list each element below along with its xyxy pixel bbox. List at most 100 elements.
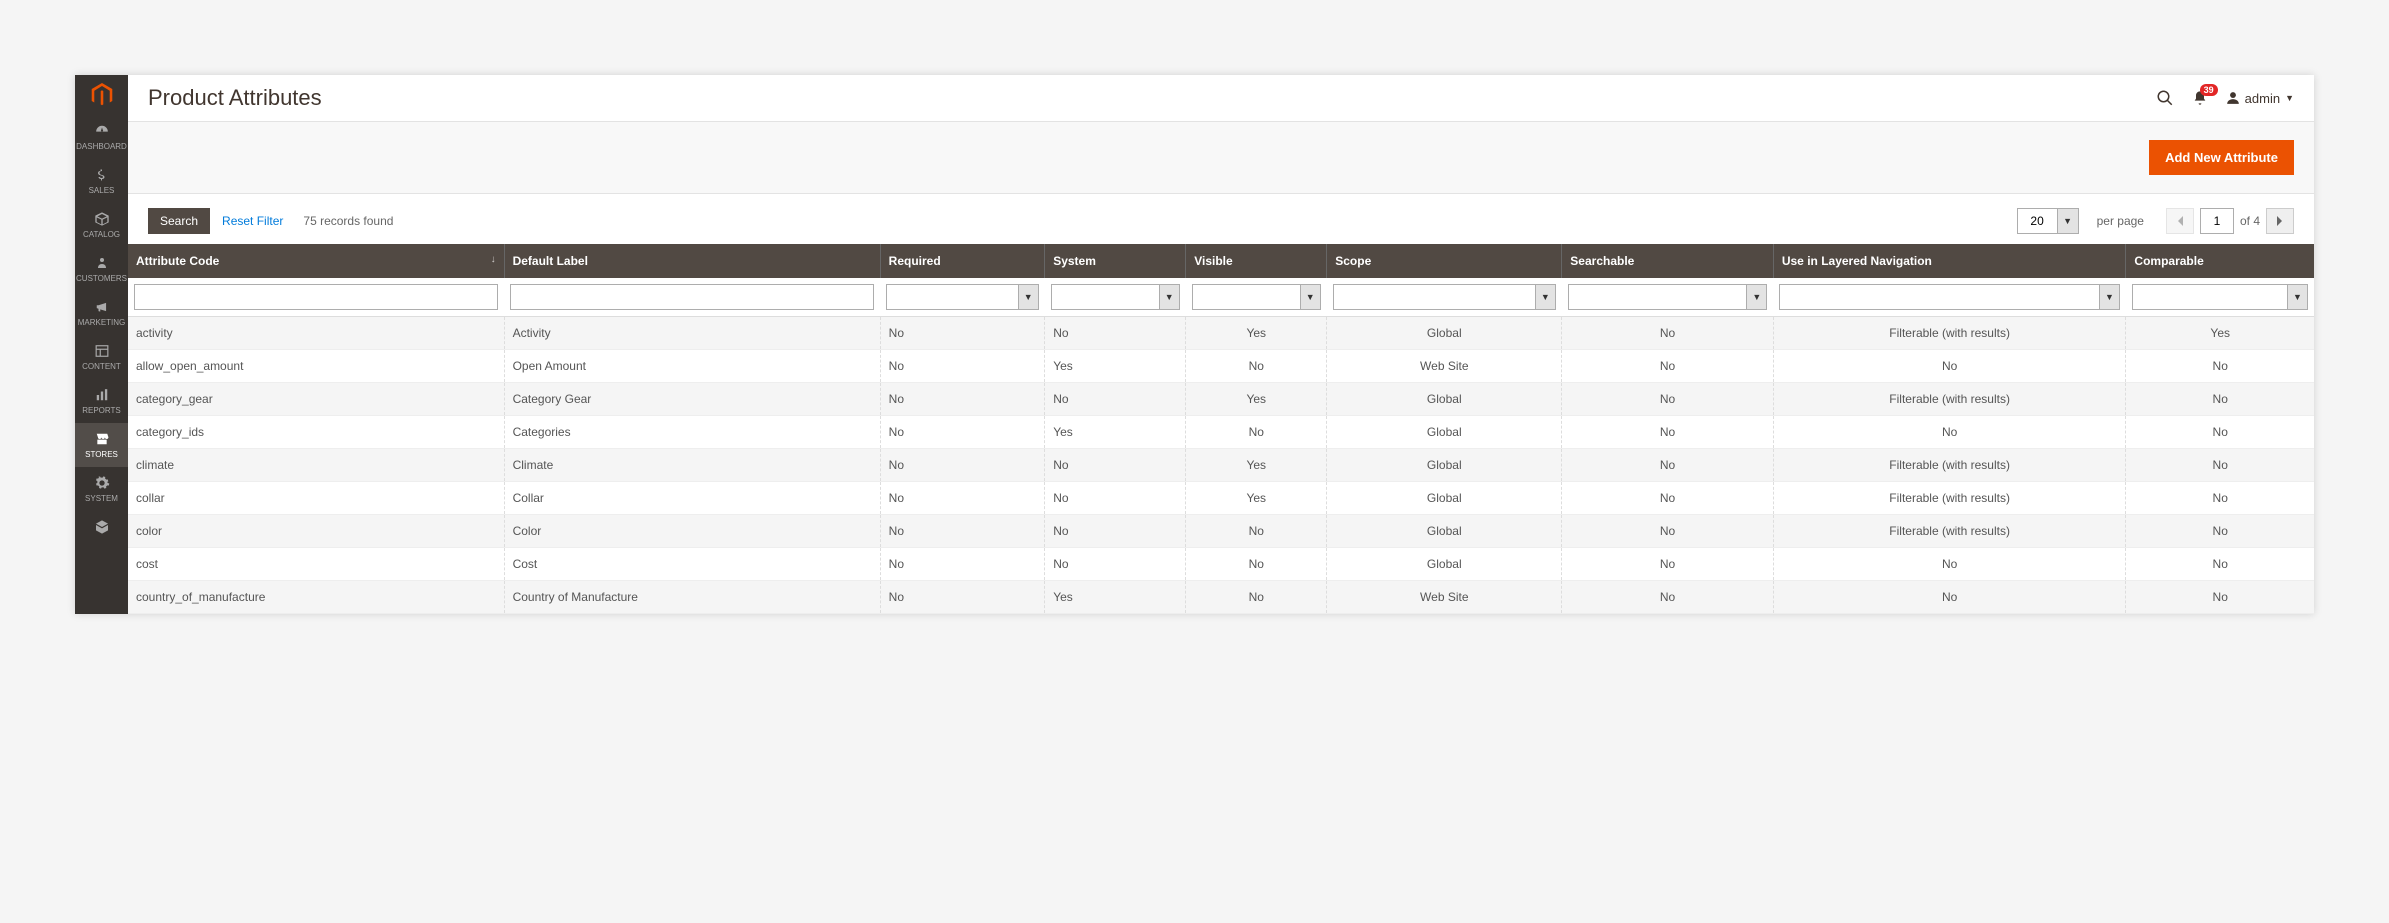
cell-code: collar [128,482,504,515]
cell-required: No [880,383,1045,416]
filter-system[interactable]: ▼ [1051,284,1180,310]
filter-default-label[interactable] [510,284,874,310]
table-row[interactable]: country_of_manufactureCountry of Manufac… [128,581,2314,614]
cell-layered: Filterable (with results) [1773,383,2126,416]
megaphone-icon [93,299,111,315]
cell-scope: Web Site [1327,350,1562,383]
action-bar: Add New Attribute [128,122,2314,194]
cell-comparable: No [2126,383,2314,416]
sidebar-item-sales[interactable]: SALES [75,159,128,203]
cell-code: climate [128,449,504,482]
table-row[interactable]: colorColorNoNoNoGlobalNoFilterable (with… [128,515,2314,548]
cell-system: No [1045,548,1186,581]
column-header[interactable]: Use in Layered Navigation [1773,244,2126,278]
magento-logo[interactable] [75,75,128,115]
current-page-input[interactable] [2200,208,2234,234]
filter-required[interactable]: ▼ [886,284,1039,310]
sidebar-item-catalog[interactable]: CATALOG [75,203,128,247]
cell-searchable: No [1562,383,1774,416]
sidebar-item-system[interactable]: SYSTEM [75,467,128,511]
page-header: Product Attributes 39 admin ▼ [128,75,2314,122]
total-pages-text: of 4 [2240,214,2260,228]
table-row[interactable]: activityActivityNoNoYesGlobalNoFilterabl… [128,317,2314,350]
cell-system: No [1045,449,1186,482]
filter-scope[interactable]: ▼ [1333,284,1556,310]
sidebar-item-label: CATALOG [83,230,120,239]
sidebar-item-partners[interactable] [75,511,128,543]
column-header[interactable]: Default Label [504,244,880,278]
sidebar-item-label: MARKETING [78,318,126,327]
search-button[interactable]: Search [148,208,210,234]
cell-scope: Web Site [1327,581,1562,614]
add-new-attribute-button[interactable]: Add New Attribute [2149,140,2294,175]
cell-code: allow_open_amount [128,350,504,383]
cell-scope: Global [1327,317,1562,350]
cell-label: Color [504,515,880,548]
cell-layered: No [1773,581,2126,614]
cell-label: Climate [504,449,880,482]
cell-searchable: No [1562,449,1774,482]
column-header[interactable]: Searchable [1562,244,1774,278]
filter-searchable[interactable]: ▼ [1568,284,1768,310]
table-row[interactable]: costCostNoNoNoGlobalNoNoNo [128,548,2314,581]
cell-layered: Filterable (with results) [1773,317,2126,350]
sidebar-item-marketing[interactable]: MARKETING [75,291,128,335]
user-menu[interactable]: admin ▼ [2226,91,2294,106]
per-page-label: per page [2097,214,2144,228]
sidebar-item-reports[interactable]: REPORTS [75,379,128,423]
sidebar-item-label: REPORTS [82,406,121,415]
barchart-icon [93,387,111,403]
prev-page-button[interactable] [2166,208,2194,234]
table-row[interactable]: category_gearCategory GearNoNoYesGlobalN… [128,383,2314,416]
table-row[interactable]: category_idsCategoriesNoYesNoGlobalNoNoN… [128,416,2314,449]
sidebar-item-content[interactable]: CONTENT [75,335,128,379]
gear-icon [93,475,111,491]
sidebar-item-label: SALES [89,186,115,195]
per-page-select[interactable]: ▼ [2017,208,2079,234]
filter-comparable[interactable]: ▼ [2132,284,2308,310]
table-row[interactable]: collarCollarNoNoYesGlobalNoFilterable (w… [128,482,2314,515]
person-icon [93,255,111,271]
sidebar-item-label: DASHBOARD [76,142,127,151]
next-page-button[interactable] [2266,208,2294,234]
search-icon[interactable] [2156,89,2174,107]
cell-code: category_ids [128,416,504,449]
sidebar-item-dashboard[interactable]: DASHBOARD [75,115,128,159]
filter-layered-nav[interactable]: ▼ [1779,284,2120,310]
sidebar-item-stores[interactable]: STORES [75,423,128,467]
cell-layered: No [1773,350,2126,383]
cell-comparable: No [2126,548,2314,581]
cell-system: No [1045,383,1186,416]
per-page-dropdown-arrow[interactable]: ▼ [2057,208,2079,234]
filter-visible[interactable]: ▼ [1192,284,1321,310]
column-header[interactable]: Visible [1186,244,1327,278]
table-row[interactable]: allow_open_amountOpen AmountNoYesNoWeb S… [128,350,2314,383]
sidebar-item-label: STORES [85,450,118,459]
cell-label: Cost [504,548,880,581]
cell-system: No [1045,317,1186,350]
per-page-input[interactable] [2017,208,2057,234]
notifications-button[interactable]: 39 [2192,90,2208,106]
pagination: of 4 [2166,208,2294,234]
reset-filter-link[interactable]: Reset Filter [222,214,283,228]
cell-label: Categories [504,416,880,449]
records-found-text: 75 records found [303,214,393,228]
cell-required: No [880,449,1045,482]
filter-attribute-code[interactable] [134,284,498,310]
chevron-down-icon: ▼ [2285,93,2294,103]
column-header[interactable]: Scope [1327,244,1562,278]
cell-searchable: No [1562,515,1774,548]
cell-system: Yes [1045,416,1186,449]
column-header[interactable]: Comparable [2126,244,2314,278]
grid-controls: Search Reset Filter 75 records found ▼ p… [128,194,2314,244]
column-header[interactable]: System [1045,244,1186,278]
sidebar-item-customers[interactable]: CUSTOMERS [75,247,128,291]
cell-visible: No [1186,350,1327,383]
cell-comparable: No [2126,416,2314,449]
cell-code: country_of_manufacture [128,581,504,614]
cell-required: No [880,548,1045,581]
attributes-grid: Attribute Code↓Default LabelRequiredSyst… [128,244,2314,614]
column-header[interactable]: Attribute Code↓ [128,244,504,278]
column-header[interactable]: Required [880,244,1045,278]
table-row[interactable]: climateClimateNoNoYesGlobalNoFilterable … [128,449,2314,482]
